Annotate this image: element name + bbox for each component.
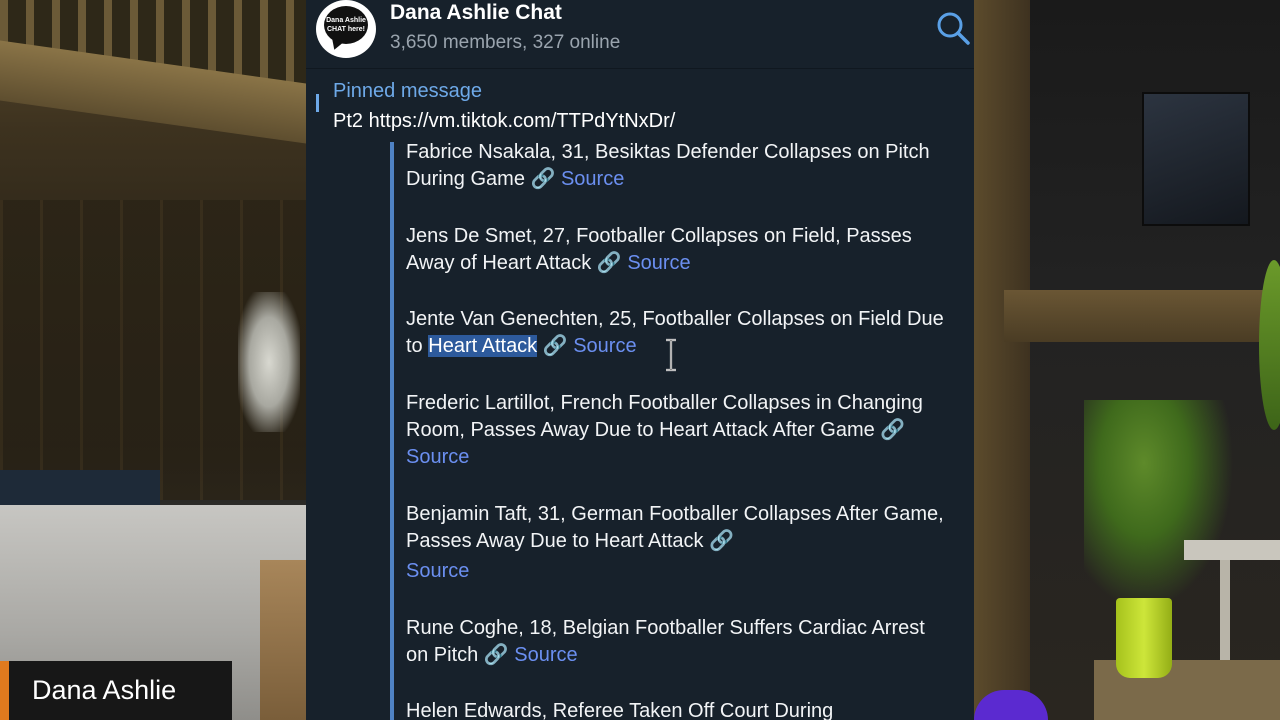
- search-button[interactable]: [934, 8, 974, 48]
- link-icon: 🔗: [880, 419, 906, 441]
- list-item: Fabrice Nsakala, 31, Besiktas Defender C…: [406, 139, 946, 193]
- wood-beam-right: [1004, 290, 1280, 342]
- stool-leg: [1220, 560, 1230, 660]
- entry-text: Fabrice Nsakala, 31, Besiktas Defender C…: [406, 141, 930, 190]
- list-item: Benjamin Taft, 31, German Footballer Col…: [406, 501, 946, 585]
- source-link[interactable]: Source: [406, 558, 946, 585]
- quote-border: [390, 142, 394, 720]
- message-body: Fabrice Nsakala, 31, Besiktas Defender C…: [406, 139, 946, 720]
- pinned-indicator: [316, 94, 319, 112]
- wood-floor: [260, 560, 306, 720]
- plant-leaves: [1084, 400, 1234, 610]
- chat-title[interactable]: Dana Ashlie Chat: [390, 1, 562, 25]
- presenter-name: Dana Ashlie: [32, 675, 177, 705]
- link-icon: 🔗: [709, 530, 735, 552]
- list-item: Rune Coghe, 18, Belgian Footballer Suffe…: [406, 615, 946, 669]
- background-room-right: [974, 0, 1280, 720]
- source-link[interactable]: Source: [561, 168, 624, 190]
- wood-post: [974, 0, 1030, 720]
- stool-top: [1184, 540, 1280, 560]
- link-icon: 🔗: [483, 644, 509, 666]
- search-icon: [937, 12, 970, 45]
- link-icon: 🔗: [530, 168, 556, 190]
- source-link[interactable]: Source: [573, 335, 636, 357]
- chat-avatar[interactable]: Dana Ashlie CHAT here!: [316, 0, 376, 58]
- selected-text[interactable]: Heart Attack: [428, 335, 538, 357]
- source-link[interactable]: Source: [406, 446, 469, 468]
- list-item: Helen Edwards, Referee Taken Off Court D…: [406, 698, 946, 720]
- plant-pot: [1116, 598, 1172, 678]
- entry-text: Benjamin Taft, 31, German Footballer Col…: [406, 503, 944, 552]
- wall-screen: [1142, 92, 1250, 226]
- link-icon: 🔗: [596, 252, 622, 274]
- link-icon: 🔗: [542, 335, 568, 357]
- presenter-name-tag: Dana Ashlie: [0, 661, 232, 720]
- entry-text: Helen Edwards, Referee Taken Off Court D…: [406, 700, 834, 720]
- pinned-message-text[interactable]: Pt2 https://vm.tiktok.com/TTPdYtNxDr/: [333, 110, 675, 133]
- list-item: Jens De Smet, 27, Footballer Collapses o…: [406, 223, 946, 277]
- source-link[interactable]: Source: [514, 644, 577, 666]
- chat-window: Dana Ashlie CHAT here! Dana Ashlie Chat …: [306, 0, 974, 720]
- avatar-speech-bubble: Dana Ashlie CHAT here!: [324, 6, 368, 44]
- list-item: Frederic Lartillot, French Footballer Co…: [406, 390, 946, 471]
- entry-text: Frederic Lartillot, French Footballer Co…: [406, 392, 923, 441]
- chat-header: Dana Ashlie CHAT here! Dana Ashlie Chat …: [306, 0, 974, 69]
- chat-member-count: 3,650 members, 327 online: [390, 32, 621, 53]
- dark-cushion: [0, 470, 160, 510]
- pinned-message-label[interactable]: Pinned message: [333, 80, 482, 103]
- text-cursor-icon: [666, 338, 676, 372]
- plant-leaf-edge: [1259, 260, 1280, 430]
- source-link[interactable]: Source: [627, 252, 690, 274]
- background-room-left: [0, 0, 306, 720]
- lamp: [238, 292, 300, 432]
